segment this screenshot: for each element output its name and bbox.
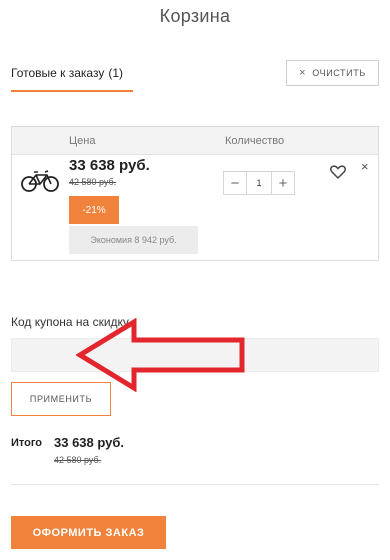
tab-count: (1) [108,66,123,80]
item-old-price: 42 580 руб. [69,177,117,187]
close-icon: × [299,67,307,79]
clear-cart-label: ОЧИСТИТЬ [312,68,366,78]
quantity-stepper: − 1 + [223,171,295,195]
clear-cart-button[interactable]: × ОЧИСТИТЬ [286,60,379,86]
heart-icon[interactable] [330,165,346,179]
apply-coupon-button[interactable]: ПРИМЕНИТЬ [11,382,111,416]
total-old-price: 42 580 руб. [54,455,102,465]
discount-badge: -21% [69,196,119,224]
column-header-quantity: Количество [225,135,285,147]
remove-item-button[interactable]: × [361,159,369,174]
tab-label: Готовые к заказу [11,66,105,80]
column-header-price: Цена [69,135,96,147]
coupon-input[interactable] [11,338,379,372]
total-price: 33 638 руб. [54,435,125,450]
bicycle-icon[interactable] [21,167,59,193]
cart-table-header: Цена Количество [12,127,378,155]
tab-ready-to-order[interactable]: Готовые к заказу (1) [11,66,133,92]
quantity-input[interactable]: 1 [246,172,272,194]
checkout-button[interactable]: ОФОРМИТЬ ЗАКАЗ [11,516,166,549]
decrease-quantity-button[interactable]: − [224,172,246,194]
page-title: Корзина [159,6,231,26]
coupon-label: Код купона на скидку [11,315,129,329]
increase-quantity-button[interactable]: + [272,172,294,194]
item-price: 33 638 руб. [69,157,150,174]
cart-table: Цена Количество 33 638 руб. 42 580 руб. … [11,126,379,261]
savings-badge: Экономия 8 942 руб. [69,226,198,254]
divider [11,484,379,485]
total-label: Итого [11,437,43,449]
